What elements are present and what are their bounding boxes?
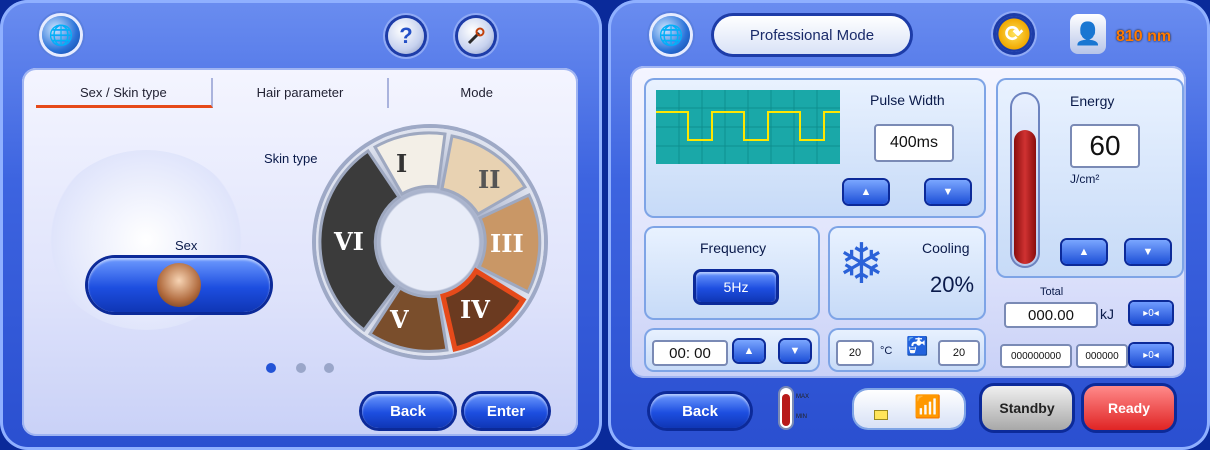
frequency-value-button[interactable]: 5Hz xyxy=(696,272,776,302)
water-level-fill xyxy=(782,394,790,426)
total-unit: kJ xyxy=(1100,306,1114,322)
tab-bar: Sex / Skin type Hair parameter Mode xyxy=(36,78,564,108)
pulse-width-label: Pulse Width xyxy=(870,92,945,108)
settings-tool-button[interactable] xyxy=(458,18,494,54)
timer-down-button[interactable]: ▼ xyxy=(780,340,810,362)
ready-button[interactable]: Ready xyxy=(1084,386,1174,430)
skin-label-1: I xyxy=(396,149,407,178)
max-label: MAX xyxy=(796,394,810,400)
skin-label-5: V xyxy=(389,305,409,334)
pulse-width-down-button[interactable]: ▼ xyxy=(926,180,970,204)
energy-label: Energy xyxy=(1070,93,1115,109)
pulse-width-up-button[interactable]: ▲ xyxy=(844,180,888,204)
skin-wheel-svg: I II III IV V VI xyxy=(318,131,542,353)
frequency-label: Frequency xyxy=(700,240,767,256)
min-label: MIN xyxy=(796,414,807,420)
battery-icon xyxy=(874,410,888,420)
counter-2: 000000 xyxy=(1076,344,1128,368)
status-panel: 📶 xyxy=(854,390,964,428)
wifi-icon: 📶 xyxy=(914,394,942,419)
total-reset-button[interactable]: ▸0◂ xyxy=(1130,302,1172,324)
total-label: Total xyxy=(1040,286,1064,298)
timer-value: 00: 00 xyxy=(652,340,728,366)
standby-button[interactable]: Standby xyxy=(982,386,1072,430)
help-button[interactable]: ? xyxy=(388,18,424,54)
mode-title: Professional Mode xyxy=(714,16,910,54)
skin-label-4: IV xyxy=(460,295,490,324)
water-tap-icon: 🚰 xyxy=(906,336,929,356)
snowflake-icon: ❄ xyxy=(838,232,885,295)
wrench-icon xyxy=(467,27,485,45)
counter-1: 000000000 xyxy=(1000,344,1072,368)
tab-hair-parameter[interactable]: Hair parameter xyxy=(213,78,390,108)
counter-reset-button[interactable]: ▸0◂ xyxy=(1130,344,1172,366)
globe-icon[interactable]: 🌐 xyxy=(42,16,80,54)
total-value: 000.00 xyxy=(1004,302,1098,328)
page-dot-2[interactable] xyxy=(296,363,306,373)
user-icon[interactable]: 👤 xyxy=(1070,14,1106,54)
cooling-label: Cooling xyxy=(922,240,970,256)
skin-type-label: Skin type xyxy=(264,151,318,166)
energy-gauge xyxy=(1010,92,1040,268)
water-value: 20 xyxy=(938,340,980,366)
back-button[interactable]: Back xyxy=(362,394,454,428)
skin-label-2: II xyxy=(478,165,500,194)
temperature-unit: °C xyxy=(880,345,893,357)
globe-icon[interactable]: 🌐 xyxy=(652,16,690,54)
back-button[interactable]: Back xyxy=(650,394,750,428)
female-face-icon xyxy=(157,263,201,307)
tab-mode[interactable]: Mode xyxy=(389,78,564,108)
sex-label: Sex xyxy=(175,238,198,253)
refresh-button[interactable]: ⟳ xyxy=(996,16,1032,52)
energy-up-button[interactable]: ▲ xyxy=(1062,240,1106,264)
enter-button[interactable]: Enter xyxy=(464,394,548,428)
skin-type-wheel: I II III IV V VI xyxy=(316,128,544,356)
skin-label-6: VI xyxy=(333,227,364,256)
pulse-width-value: 400ms xyxy=(874,124,954,162)
skin-label-3: III xyxy=(490,229,524,258)
tab-sex-skin-type[interactable]: Sex / Skin type xyxy=(36,78,213,108)
page-dot-1[interactable] xyxy=(266,363,276,373)
left-screen: 🌐 ? Sex / Skin type Hair parameter Mode … xyxy=(0,0,602,450)
waveform-display xyxy=(656,90,840,164)
water-level-gauge xyxy=(780,388,792,428)
energy-unit: J/cm² xyxy=(1070,172,1100,186)
page-dot-3[interactable] xyxy=(324,363,334,373)
timer-up-button[interactable]: ▲ xyxy=(734,340,764,362)
wavelength-label: 810 nm xyxy=(1116,28,1172,45)
energy-down-button[interactable]: ▼ xyxy=(1126,240,1170,264)
energy-gauge-fill xyxy=(1014,130,1036,264)
right-screen: 🌐 Professional Mode ⟳ 👤 810 nm Pulse Wid… xyxy=(608,0,1210,450)
temperature-value: 20 xyxy=(836,340,874,366)
cooling-value: 20% xyxy=(930,272,975,297)
sex-selector-button[interactable] xyxy=(88,258,270,312)
energy-value: 60 xyxy=(1070,124,1140,168)
